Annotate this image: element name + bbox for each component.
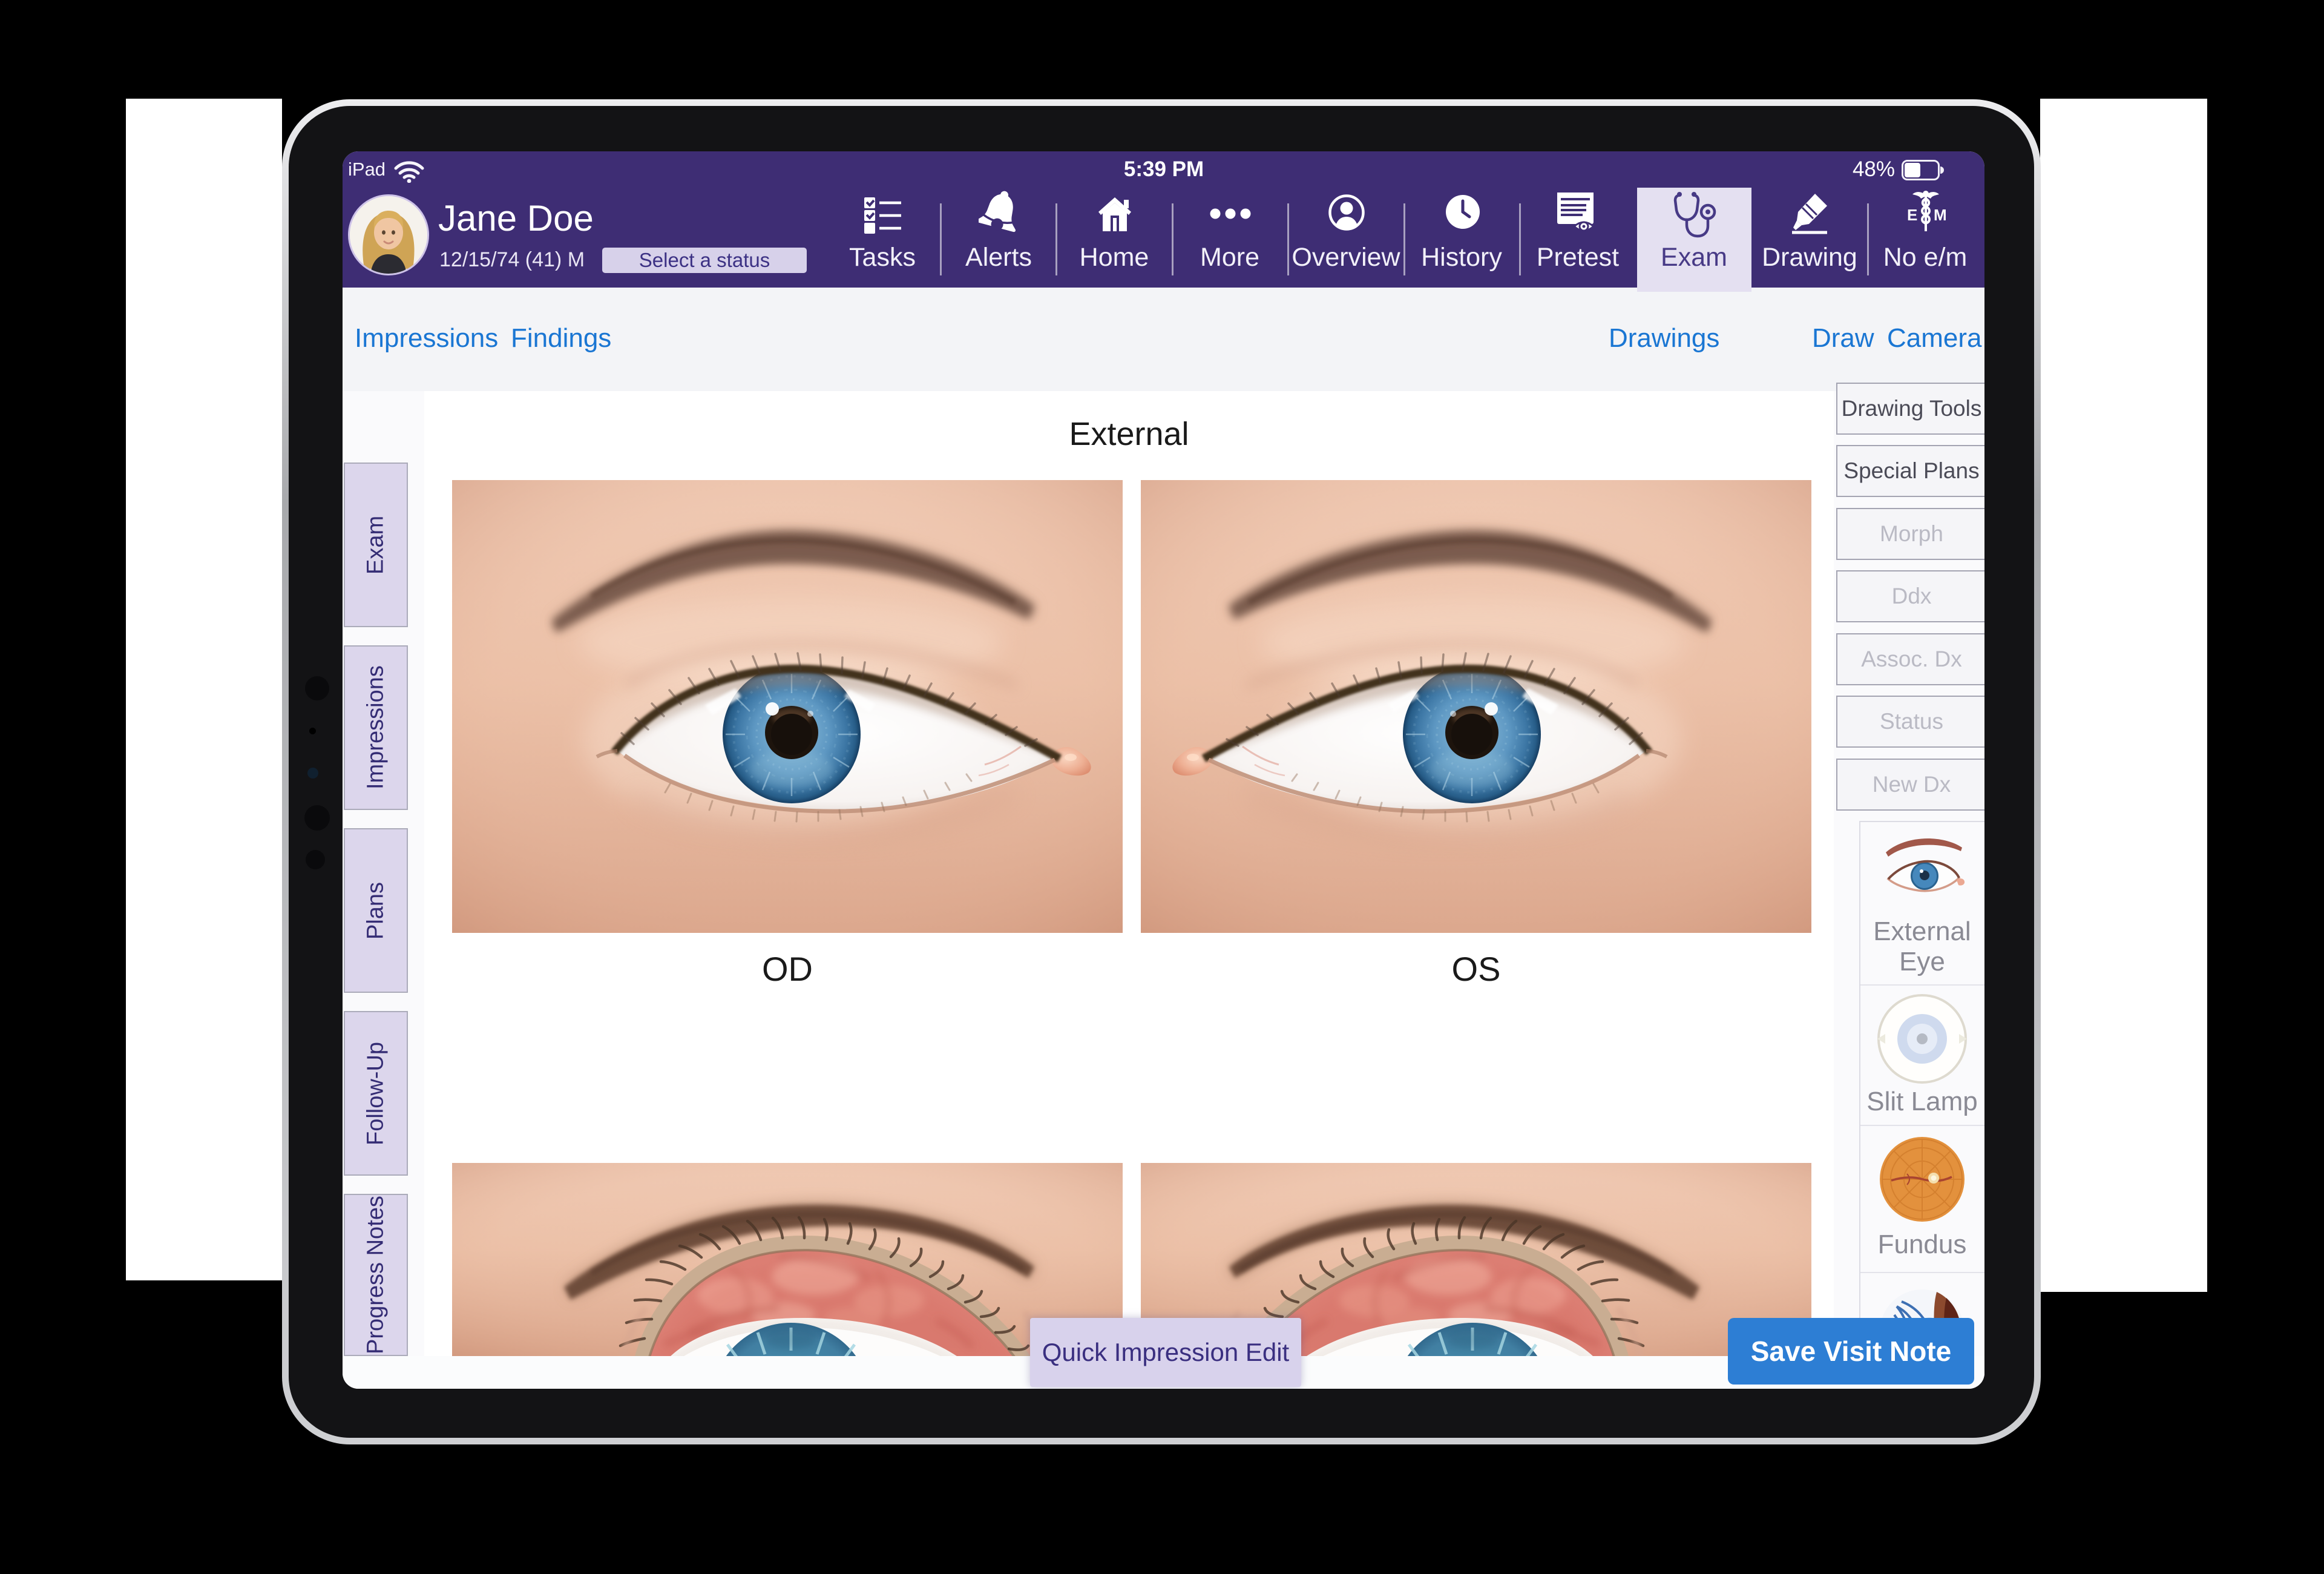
svg-text:M: M	[1934, 206, 1947, 224]
svg-text:E: E	[1907, 206, 1917, 224]
